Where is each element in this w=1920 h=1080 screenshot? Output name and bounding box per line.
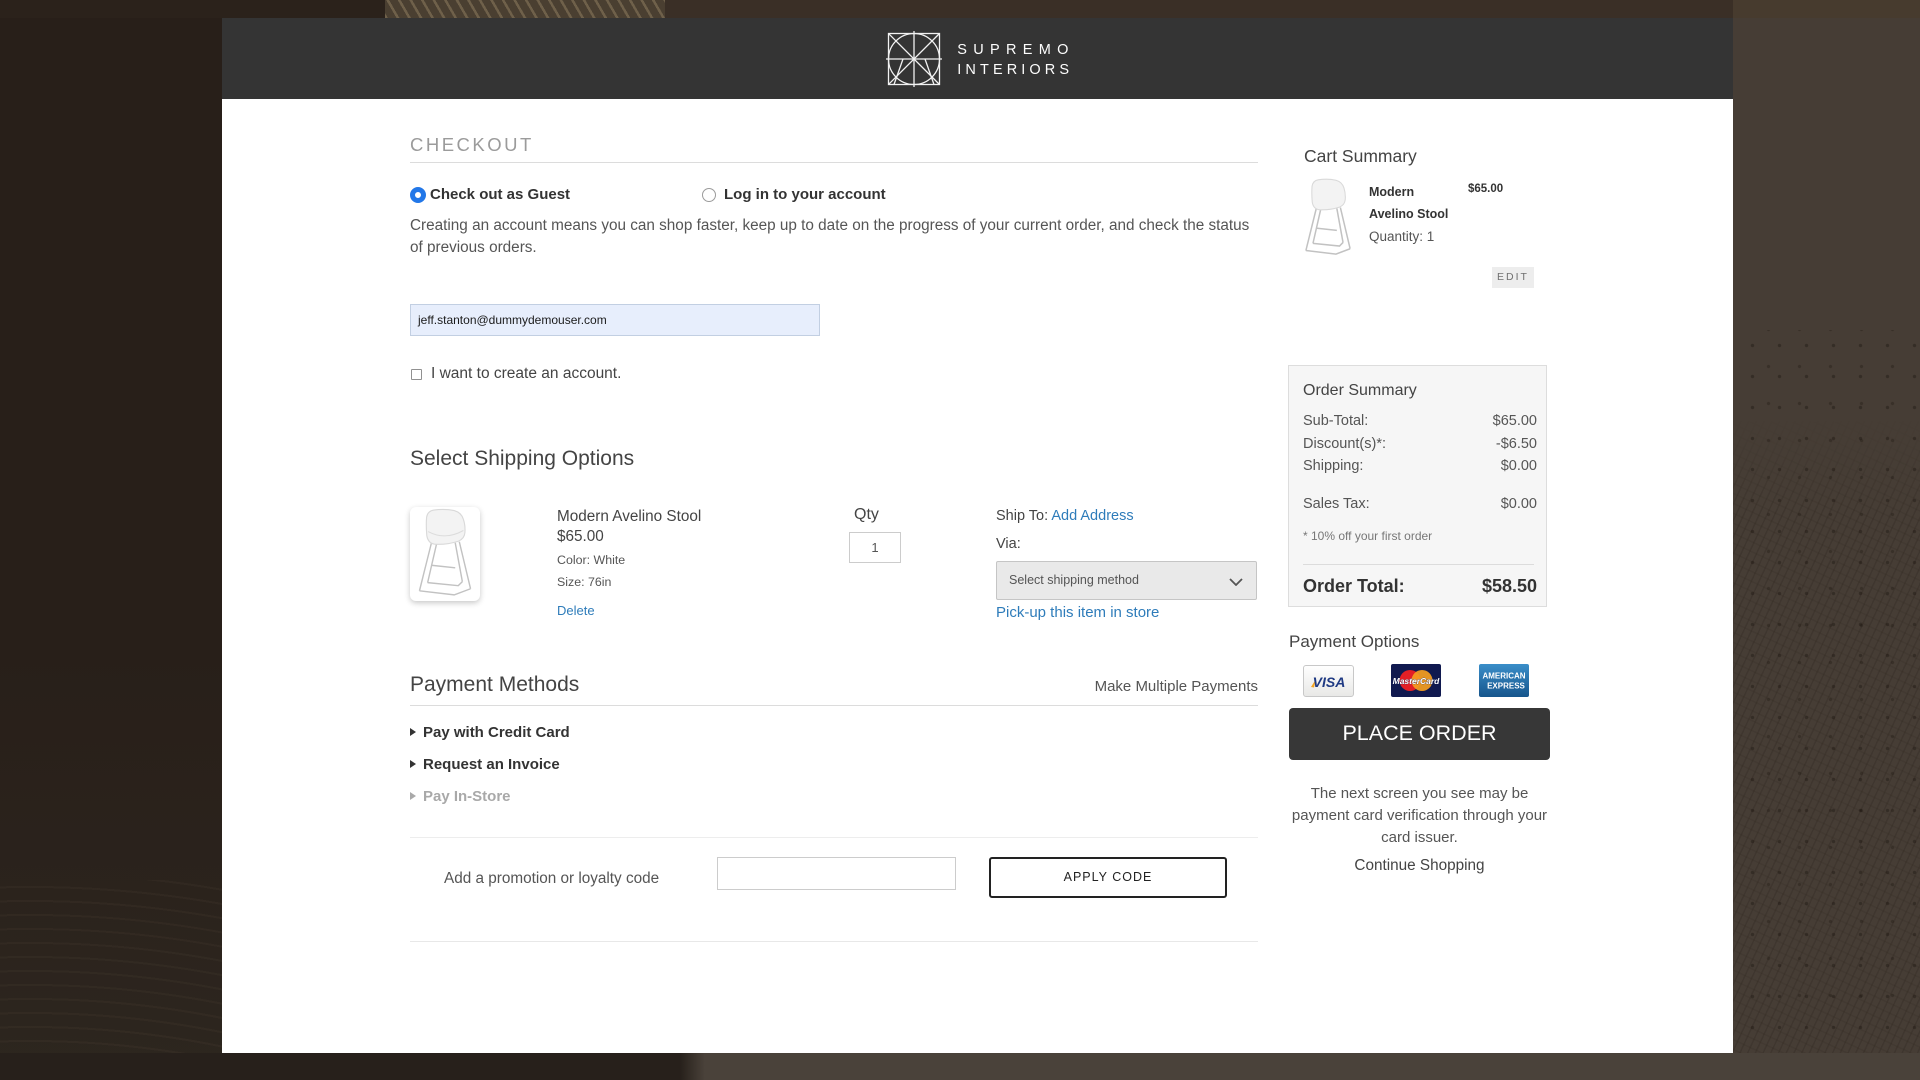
svg-text:AMERICAN: AMERICAN — [1482, 672, 1525, 681]
svg-text:VISA: VISA — [1313, 674, 1346, 690]
svg-text:MasterCard: MasterCard — [1393, 676, 1441, 686]
svg-text:EXPRESS: EXPRESS — [1487, 682, 1525, 691]
